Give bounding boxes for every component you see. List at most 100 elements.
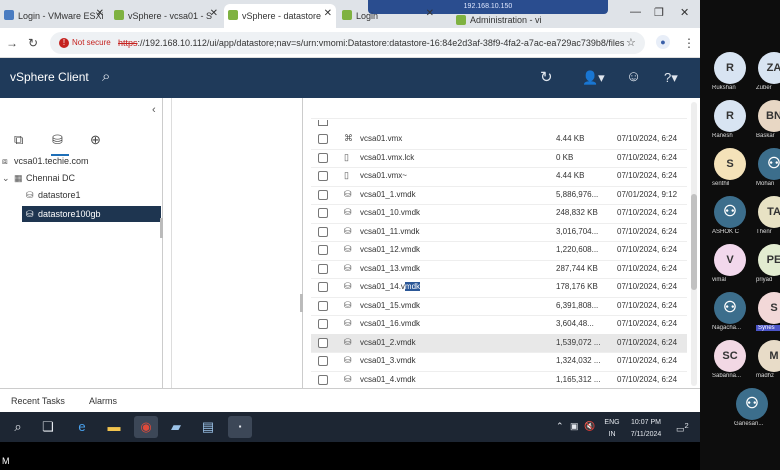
file-explorer-icon[interactable]: ▬ [104,419,124,434]
tree-node-datastore100gb[interactable]: ⛁ datastore100gb [22,206,161,222]
search-icon[interactable]: ⌕ [8,419,28,435]
participant-avatar[interactable]: R [714,100,746,132]
tab-vsphere-datastore[interactable]: vSphere - datastore ✕ [224,4,336,28]
file-row[interactable]: ⛁ vcsa01_4.vmdk 1,165,312 ... 07/10/2024, 6… [311,371,687,390]
participant-avatar[interactable]: S [714,148,746,180]
server-manager-icon[interactable]: ▤ [198,419,218,435]
collapse-chevron-icon[interactable]: ‹ [152,104,156,116]
file-name[interactable]: vcsa01_10.vmdk [360,208,420,217]
task-view-icon[interactable]: ❏ [38,419,58,435]
alarms-tab[interactable]: Alarms [89,396,117,406]
file-name[interactable]: vcsa01_11.vmdk [360,227,419,236]
network-icon[interactable]: ⊕ [90,132,101,148]
profile-icon[interactable]: ● [656,35,670,49]
participant-avatar[interactable]: TA [758,196,780,228]
tree-node-datastore1[interactable]: ⛁ datastore1 [26,190,81,201]
network-tray-icon[interactable]: ▣ [570,422,579,431]
file-row[interactable]: ⛁ vcsa01_11.vmdk 3,016,704... 07/10/2024, 6… [311,223,687,242]
tray-chevron-icon[interactable]: ⌃ [556,422,564,431]
participant-avatar[interactable]: V [714,244,746,276]
file-name[interactable]: vcsa01_13.vmdk [360,264,420,273]
file-name[interactable]: vcsa01.vmx.lck [360,153,414,162]
notification-icon[interactable]: ▭2 [676,421,689,434]
tab-esxi-login[interactable]: Login - VMware ESXi ✕ [0,4,108,28]
file-name[interactable]: vcsa01.vmx~ [360,171,407,180]
forward-icon[interactable]: → [6,36,18,50]
participant-avatar[interactable]: ZA [758,52,780,84]
file-name[interactable]: vcsa01_14.vmdk [360,282,421,291]
recent-tasks-tab[interactable]: Recent Tasks [11,396,65,406]
feedback-icon[interactable]: ☺ [626,68,641,85]
bookmark-star-icon[interactable]: ☆ [626,36,636,49]
row-checkbox[interactable] [318,300,328,311]
participant-avatar[interactable]: SC [714,340,746,372]
volume-icon[interactable]: 🔇 [584,422,595,431]
file-row[interactable]: ⛁ vcsa01_14.vmdk 178,176 KB 07/10/2024, 6:2… [311,278,687,297]
file-row[interactable]: ⌘ vcsa01.vmx 4.44 KB 07/10/2024, 6:24 [311,130,687,149]
file-row[interactable]: ⛁ vcsa01_3.vmdk 1,324,032 ... 07/10/2024, 6… [311,352,687,371]
expand-chevron-icon[interactable]: ⌄ [2,173,14,184]
language-indicator[interactable]: ENG IN [602,418,622,439]
participant-avatar[interactable]: ⚇ [736,388,768,420]
row-checkbox[interactable] [318,282,328,292]
row-checkbox[interactable] [318,374,328,385]
file-name[interactable]: vcsa01_15.vmdk [360,301,420,310]
file-row[interactable]: ⛁ vcsa01_1.vmdk 5,886,976... 07/01/2024, 9:… [311,186,687,205]
participant-avatar[interactable]: PE [758,244,780,276]
row-checkbox[interactable] [318,208,328,218]
row-checkbox[interactable] [318,189,328,200]
file-name[interactable]: vcsa01_16.vmdk [360,319,420,328]
close-icon[interactable]: ✕ [324,8,332,19]
row-checkbox[interactable] [318,319,328,329]
participant-avatar[interactable]: ⚇ [758,148,780,180]
powershell-icon[interactable]: ▰ [166,419,186,435]
tab-administration[interactable]: Administration - vi [452,12,552,28]
file-row[interactable]: ⛁ vcsa01_16.vmdk 3,604,48... 07/10/2024, 6:… [311,315,687,334]
file-row[interactable]: ⛁ vcsa01_10.vmdk 248,832 KB 07/10/2024, 6:2… [311,204,687,223]
chrome-icon[interactable]: ◉ [134,416,158,438]
user-menu-icon[interactable]: 👤▾ [582,70,605,86]
vms-templates-icon[interactable]: ⧉ [14,132,23,148]
close-icon[interactable]: ✕ [426,8,434,19]
file-name[interactable]: vcsa01_12.vmdk [360,245,420,254]
close-icon[interactable]: ✕ [210,8,218,19]
file-list-scrollbar-thumb[interactable] [691,194,697,290]
row-checkbox[interactable] [318,245,328,255]
terminal-icon[interactable]: ▪ [228,416,252,438]
tree-node-datacenter[interactable]: ⌄ ▦ Chennai DC [2,173,75,184]
row-checkbox[interactable] [318,152,328,163]
not-secure-badge[interactable]: ! Not secure [56,36,117,50]
url-text[interactable]: https://192.168.10.112/ui/app/datastore;… [118,36,624,50]
app-title[interactable]: vSphere Client [10,70,89,84]
omnibox[interactable]: ! Not secure https://192.168.10.112/ui/a… [50,32,645,54]
row-checkbox[interactable] [318,171,328,181]
tab-login[interactable]: Login ✕ [338,4,438,28]
row-checkbox[interactable] [318,226,328,237]
participant-avatar[interactable]: BN [758,100,780,132]
file-name[interactable]: vcsa01.vmx [360,134,402,143]
help-icon[interactable]: ?▾ [664,70,678,86]
storage-icon[interactable]: ⛁ [52,132,63,148]
edge-icon[interactable]: e [72,419,92,434]
search-icon[interactable]: ⌕ [102,68,110,85]
row-checkbox[interactable] [318,263,328,274]
maximize-icon[interactable]: ❐ [654,6,664,19]
participant-avatar[interactable]: ⚇ [714,196,746,228]
window-close-icon[interactable]: ✕ [680,6,689,19]
clock[interactable]: 10:07 PM 7/11/2024 [624,418,668,439]
file-name[interactable]: vcsa01_1.vmdk [360,190,416,199]
refresh-icon[interactable]: ↻ [540,68,553,86]
row-checkbox[interactable] [318,134,328,144]
file-row[interactable]: ⛁ vcsa01_13.vmdk 287,744 KB 07/10/2024, 6:2… [311,260,687,279]
file-row[interactable]: ⛁ vcsa01_15.vmdk 6,391,808... 07/10/2024, 6… [311,297,687,316]
file-row[interactable]: ▯ vcsa01.vmx~ 4.44 KB 07/10/2024, 6:24 [311,167,687,186]
tab-vsphere-vcsa[interactable]: vSphere - vcsa01 - S ✕ [110,4,222,28]
minimize-icon[interactable]: — [630,6,641,18]
file-row[interactable]: ⛁ vcsa01_12.vmdk 1,220,608... 07/10/2024, 6… [311,241,687,260]
file-name[interactable]: vcsa01_4.vmdk [360,375,416,384]
file-row[interactable]: ▯ vcsa01.vmx.lck 0 KB 07/10/2024, 6:24 [311,149,687,168]
row-checkbox[interactable] [318,356,328,366]
participant-avatar[interactable]: M [758,340,780,372]
tree-node-vcenter[interactable]: ⧈ vcsa01.techie.com [2,156,89,167]
participant-avatar[interactable]: R [714,52,746,84]
